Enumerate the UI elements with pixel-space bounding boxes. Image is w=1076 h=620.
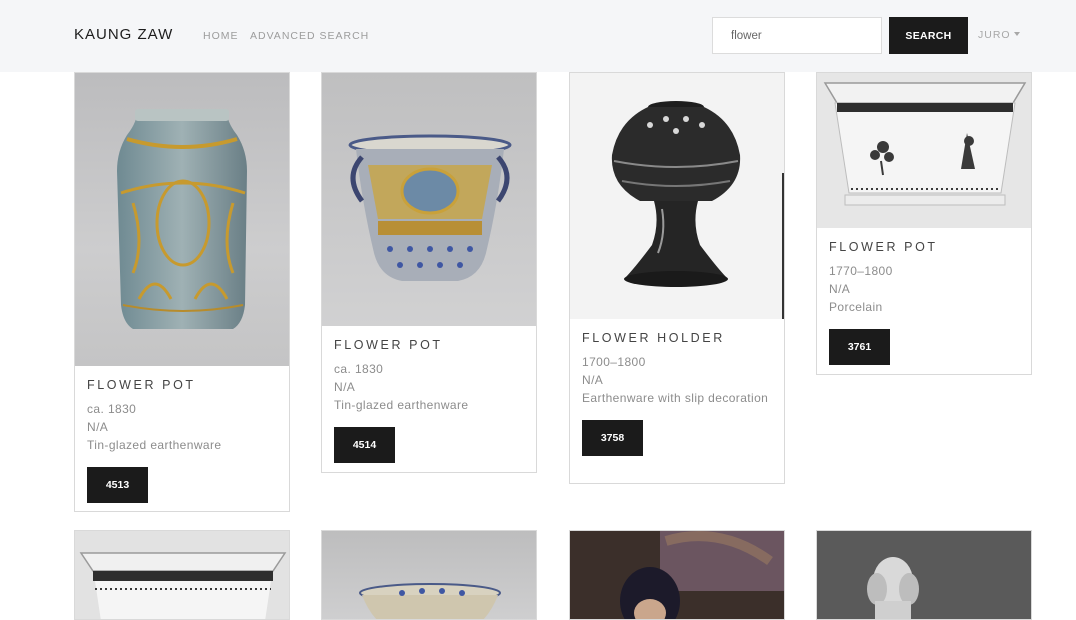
result-card[interactable] <box>569 530 785 620</box>
search-input[interactable] <box>712 17 882 54</box>
card-date: ca. 1830 <box>334 362 384 376</box>
card-date: 1770–1800 <box>829 264 893 278</box>
navbar: KAUNG ZAW HOME ADVANCED SEARCH SEARCH JU… <box>0 0 1076 72</box>
result-card[interactable]: FLOWER POT ca. 1830 N/A Tin-glazed earth… <box>74 72 290 512</box>
object-image[interactable] <box>817 531 1031 619</box>
card-medium: Tin-glazed earthenware <box>87 438 222 452</box>
object-image[interactable] <box>570 73 784 319</box>
card-title: FLOWER HOLDER <box>582 331 725 345</box>
caret-down-icon <box>1013 32 1020 36</box>
square-pot-illustration <box>817 73 1031 228</box>
object-id-button[interactable]: 4513 <box>87 467 148 503</box>
flower-pot-illustration <box>348 134 512 281</box>
brand-logo[interactable]: KAUNG ZAW <box>74 26 173 43</box>
card-medium: Earthenware with slip decoration <box>582 391 769 405</box>
flower-holder-illustration <box>570 73 784 319</box>
result-card[interactable]: FLOWER POT 1770–1800 N/A Porcelain 3761 <box>816 72 1032 375</box>
result-card[interactable] <box>321 530 537 620</box>
search-button[interactable]: SEARCH <box>889 17 968 54</box>
nav-advanced-search-link[interactable]: ADVANCED SEARCH <box>250 30 369 42</box>
card-culture: N/A <box>829 282 851 296</box>
object-id-button[interactable]: 3758 <box>582 420 643 456</box>
object-image[interactable] <box>322 531 536 619</box>
result-card[interactable]: FLOWER POT ca. 1830 N/A Tin-glazed earth… <box>321 72 537 473</box>
user-menu-label: JURO <box>978 29 1011 41</box>
object-image[interactable] <box>570 531 784 619</box>
square-pot-illustration <box>79 552 287 619</box>
card-culture: N/A <box>582 373 604 387</box>
card-medium: Tin-glazed earthenware <box>334 398 469 412</box>
card-culture: N/A <box>334 380 356 394</box>
card-title: FLOWER POT <box>334 338 443 352</box>
object-image[interactable] <box>322 73 536 326</box>
card-title: FLOWER POT <box>829 240 938 254</box>
nav-home-link[interactable]: HOME <box>203 30 239 42</box>
painting-illustration <box>570 531 784 619</box>
card-medium: Porcelain <box>829 300 883 314</box>
flower-pot-illustration <box>359 583 501 619</box>
result-card[interactable] <box>816 530 1032 620</box>
result-card[interactable] <box>74 530 290 620</box>
result-card[interactable]: FLOWER HOLDER 1700–1800 N/A Earthenware … <box>569 72 785 484</box>
card-title: FLOWER POT <box>87 378 196 392</box>
object-image[interactable] <box>817 73 1031 228</box>
object-image[interactable] <box>75 531 289 619</box>
object-image[interactable] <box>75 73 289 366</box>
jar-illustration <box>117 109 247 329</box>
card-culture: N/A <box>87 420 109 434</box>
object-id-button[interactable]: 4514 <box>334 427 395 463</box>
card-date: ca. 1830 <box>87 402 137 416</box>
object-id-button[interactable]: 3761 <box>829 329 890 365</box>
sculpture-illustration <box>817 531 1031 619</box>
user-menu-dropdown[interactable]: JURO <box>978 29 1020 41</box>
card-date: 1700–1800 <box>582 355 646 369</box>
